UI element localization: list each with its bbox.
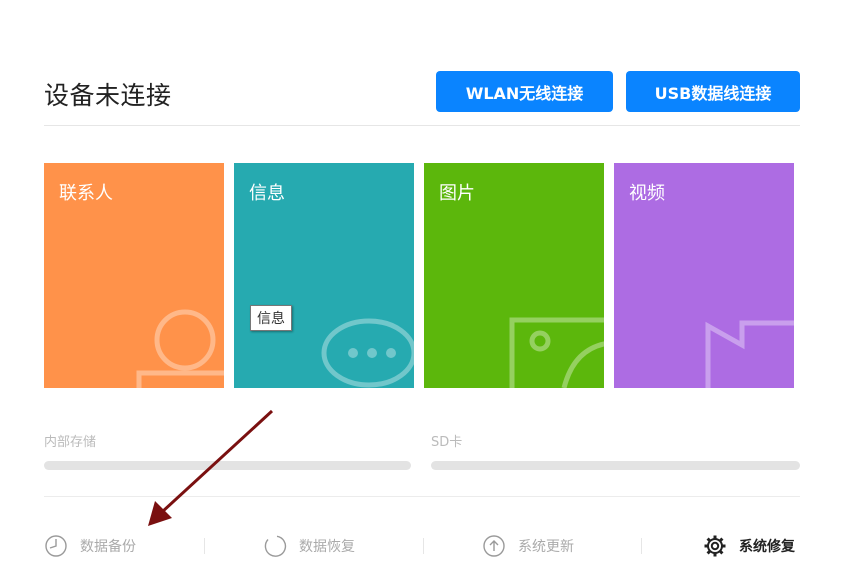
system-update-label: 系统更新	[518, 539, 574, 555]
gear-icon	[704, 535, 726, 557]
data-backup-label: 数据备份	[80, 539, 136, 555]
bottom-divider	[44, 496, 800, 497]
tile-videos[interactable]: 视频	[614, 163, 794, 388]
tile-messages-label: 信息	[249, 183, 285, 204]
system-repair-label: 系统修复	[739, 539, 795, 555]
internal-storage-label: 内部存储	[44, 435, 97, 450]
system-update-button[interactable]: 系统更新	[482, 533, 574, 559]
action-separator	[641, 538, 642, 554]
upload-arrow-icon	[483, 535, 505, 557]
clock-icon	[45, 535, 67, 557]
phone-manager-panel: 设备未连接 WLAN无线连接 USB数据线连接 联系人 信息 图片 视频 信息 …	[0, 0, 857, 575]
system-repair-button[interactable]: 系统修复	[703, 533, 795, 559]
tile-contacts[interactable]: 联系人	[44, 163, 224, 388]
tile-photos-label: 图片	[439, 183, 475, 204]
sd-card-bar	[431, 461, 800, 470]
data-restore-label: 数据恢复	[299, 539, 355, 555]
tile-photos[interactable]: 图片	[424, 163, 604, 388]
data-restore-button[interactable]: 数据恢复	[263, 533, 355, 559]
action-separator	[423, 538, 424, 554]
usb-connect-button[interactable]: USB数据线连接	[626, 71, 800, 112]
sd-card-label: SD卡	[431, 435, 463, 450]
restore-circle-icon	[264, 535, 287, 557]
page-title: 设备未连接	[44, 81, 172, 110]
tile-contacts-label: 联系人	[59, 183, 113, 204]
tooltip: 信息	[250, 305, 292, 331]
tile-videos-label: 视频	[629, 183, 665, 204]
data-backup-button[interactable]: 数据备份	[44, 533, 136, 559]
internal-storage-bar	[44, 461, 411, 470]
tile-messages[interactable]: 信息	[234, 163, 414, 388]
header-divider	[44, 125, 800, 126]
wlan-connect-button[interactable]: WLAN无线连接	[436, 71, 613, 112]
action-separator	[204, 538, 205, 554]
